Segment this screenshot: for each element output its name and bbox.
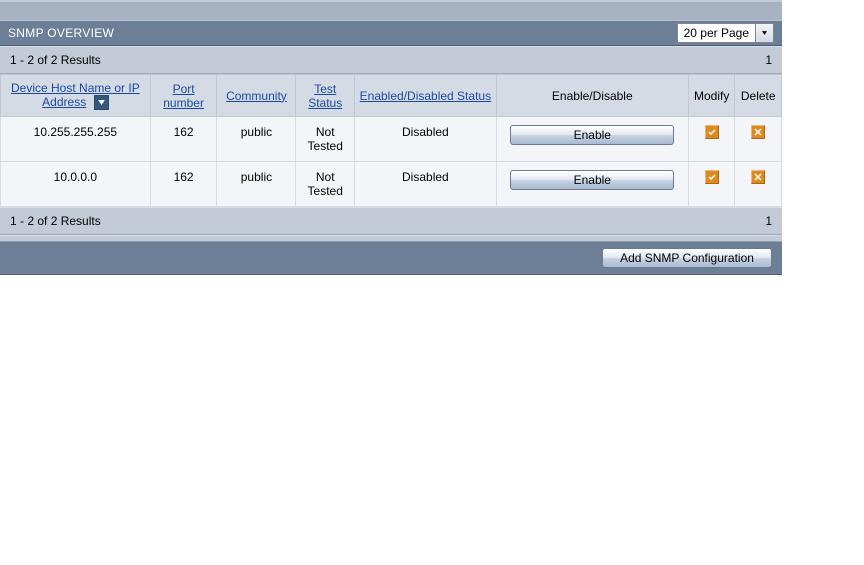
table-row: 10.255.255.255 162 public Not Tested Dis… [1, 117, 782, 162]
sort-dropdown-icon[interactable] [94, 95, 109, 110]
results-page: 1 [765, 53, 772, 67]
chevron-down-icon [755, 24, 773, 42]
cell-test-status: Not Tested [296, 117, 355, 162]
results-bar-top: 1 - 2 of 2 Results 1 [0, 46, 782, 74]
delete-icon[interactable] [751, 170, 765, 184]
table-header-row: Device Host Name or IP Address Port numb… [1, 75, 782, 117]
cell-community: public [217, 162, 296, 207]
th-delete: Delete [741, 89, 776, 103]
enable-button[interactable]: Enable [510, 125, 674, 145]
page-title: SNMP OVERVIEW [8, 26, 114, 40]
results-label: 1 - 2 of 2 Results [10, 53, 101, 67]
footer-bar: Add SNMP Configuration [0, 241, 782, 275]
decoration-top [0, 2, 782, 20]
th-enabled-status[interactable]: Enabled/Disabled Status [360, 89, 491, 103]
th-community[interactable]: Community [226, 89, 287, 103]
modify-icon[interactable] [705, 170, 719, 184]
cell-enabled-status: Disabled [355, 117, 497, 162]
add-snmp-button[interactable]: Add SNMP Configuration [602, 248, 772, 268]
th-enable-disable: Enable/Disable [552, 89, 633, 103]
results-page: 1 [765, 214, 772, 228]
modify-icon[interactable] [705, 125, 719, 139]
cell-host: 10.255.255.255 [1, 117, 151, 162]
per-page-label: 20 per Page [678, 26, 755, 40]
snmp-panel: SNMP OVERVIEW 20 per Page 1 - 2 of 2 Res… [0, 0, 782, 275]
cell-port: 162 [150, 117, 217, 162]
results-bar-bottom: 1 - 2 of 2 Results 1 [0, 207, 782, 235]
per-page-select[interactable]: 20 per Page [677, 23, 774, 43]
table-row: 10.0.0.0 162 public Not Tested Disabled … [1, 162, 782, 207]
cell-test-status: Not Tested [296, 162, 355, 207]
cell-community: public [217, 117, 296, 162]
cell-host: 10.0.0.0 [1, 162, 151, 207]
results-label: 1 - 2 of 2 Results [10, 214, 101, 228]
enable-button[interactable]: Enable [510, 170, 674, 190]
th-modify: Modify [694, 89, 729, 103]
snmp-table: Device Host Name or IP Address Port numb… [0, 74, 782, 207]
delete-icon[interactable] [751, 125, 765, 139]
th-test-status[interactable]: Test Status [308, 82, 342, 110]
titlebar: SNMP OVERVIEW 20 per Page [0, 20, 782, 46]
th-host[interactable]: Device Host Name or IP Address [11, 81, 140, 109]
cell-port: 162 [150, 162, 217, 207]
th-port[interactable]: Port number [163, 82, 204, 110]
cell-enabled-status: Disabled [355, 162, 497, 207]
